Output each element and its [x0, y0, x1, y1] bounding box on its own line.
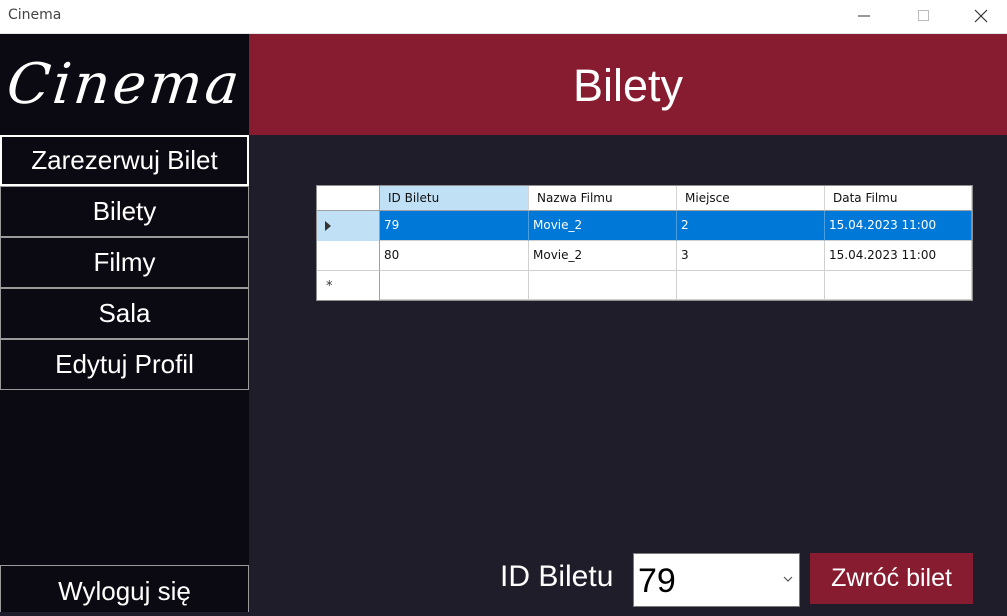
- logout-button[interactable]: Wyloguj się: [0, 565, 249, 612]
- table-cell[interactable]: 79: [380, 211, 529, 241]
- return-ticket-button[interactable]: Zwróć bilet: [810, 553, 973, 604]
- close-icon: [974, 9, 988, 23]
- new-row-cell[interactable]: [677, 271, 825, 300]
- column-header-seat[interactable]: Miejsce: [677, 186, 825, 211]
- sidebar-item-bilety[interactable]: Bilety: [0, 186, 249, 237]
- table-cell[interactable]: Movie_2: [529, 241, 677, 271]
- table-cell[interactable]: 80: [380, 241, 529, 271]
- logo: Cinema: [3, 52, 246, 117]
- grid-corner-header: [317, 186, 380, 211]
- column-header-id[interactable]: ID Biletu: [380, 186, 529, 211]
- row-header[interactable]: [317, 241, 380, 271]
- row-header[interactable]: [317, 211, 380, 241]
- sidebar-item-sala[interactable]: Sala: [0, 288, 249, 339]
- ticket-id-label: ID Biletu: [500, 560, 614, 593]
- title-bar: Cinema: [0, 0, 1007, 34]
- table-cell[interactable]: 2: [677, 211, 825, 241]
- column-header-name[interactable]: Nazwa Filmu: [529, 186, 677, 211]
- table-cell[interactable]: 3: [677, 241, 825, 271]
- window-title: Cinema: [8, 7, 62, 23]
- maximize-button[interactable]: [895, 0, 953, 32]
- tickets-grid[interactable]: ID Biletu Nazwa Filmu Miejsce Data Filmu…: [316, 185, 973, 301]
- current-row-arrow-icon: [325, 221, 331, 231]
- sidebar: Cinema Zarezerwuj Bilet Bilety Filmy Sal…: [0, 34, 249, 612]
- minimize-icon: [858, 15, 870, 17]
- table-cell[interactable]: Movie_2: [529, 211, 677, 241]
- ticket-id-value: 79: [638, 562, 676, 600]
- sidebar-item-filmy[interactable]: Filmy: [0, 237, 249, 288]
- page-title: Bilety: [249, 34, 1007, 135]
- sidebar-item-edytuj-profil[interactable]: Edytuj Profil: [0, 339, 249, 390]
- chevron-down-icon: [783, 576, 793, 582]
- new-row-cell[interactable]: [380, 271, 529, 300]
- table-cell[interactable]: 15.04.2023 11:00: [825, 211, 972, 241]
- table-cell[interactable]: 15.04.2023 11:00: [825, 241, 972, 271]
- minimize-button[interactable]: [835, 0, 893, 32]
- close-button[interactable]: [952, 0, 1007, 32]
- maximize-icon: [918, 10, 929, 21]
- new-row-marker: *: [326, 279, 333, 294]
- new-row-cell[interactable]: [529, 271, 677, 300]
- new-row-header[interactable]: *: [317, 271, 380, 300]
- sidebar-item-zarezerwuj-bilet[interactable]: Zarezerwuj Bilet: [0, 135, 249, 186]
- column-header-date[interactable]: Data Filmu: [825, 186, 972, 211]
- new-row-cell[interactable]: [825, 271, 972, 300]
- ticket-id-select[interactable]: 79: [633, 553, 800, 607]
